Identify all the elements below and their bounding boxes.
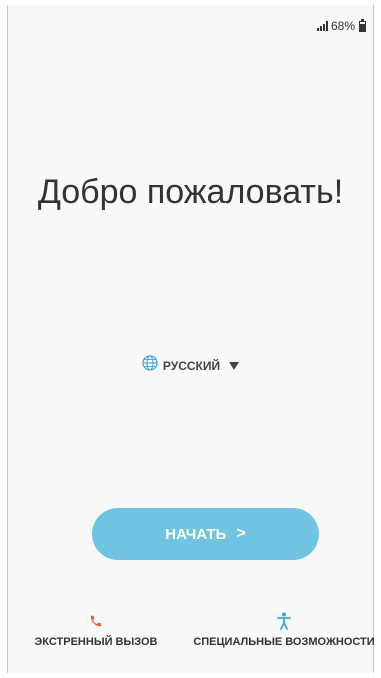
accessibility-label: СПЕЦИАЛЬНЫЕ ВОЗМОЖНОСТИ — [193, 636, 375, 648]
globe-icon — [142, 355, 158, 376]
battery-percent: 68% — [330, 19, 355, 33]
start-button-label: НАЧАТЬ — [165, 525, 227, 543]
emergency-call-button[interactable]: ЭКСТРЕННЫЙ ВЫЗОВ — [32, 612, 160, 648]
accessibility-icon — [277, 612, 291, 630]
chevron-right-icon: > — [236, 525, 246, 542]
signal-icon — [316, 21, 328, 31]
emergency-call-label: ЭКСТРЕННЫЙ ВЫЗОВ — [34, 636, 158, 648]
battery-icon — [359, 18, 366, 32]
setup-screen: 68% Добро пожаловать! РУССКИЙ НАЧАТЬ > Э… — [7, 5, 375, 673]
accessibility-button[interactable]: СПЕЦИАЛЬНЫЕ ВОЗМОЖНОСТИ — [189, 612, 379, 648]
phone-icon — [89, 612, 103, 630]
language-selector[interactable]: РУССКИЙ — [8, 355, 373, 376]
status-bar: 68% — [316, 18, 366, 33]
triangle-down-icon — [229, 361, 240, 370]
language-label: РУССКИЙ — [162, 358, 221, 373]
welcome-title: Добро пожаловать! — [37, 173, 344, 211]
start-button[interactable]: НАЧАТЬ > — [92, 508, 319, 560]
